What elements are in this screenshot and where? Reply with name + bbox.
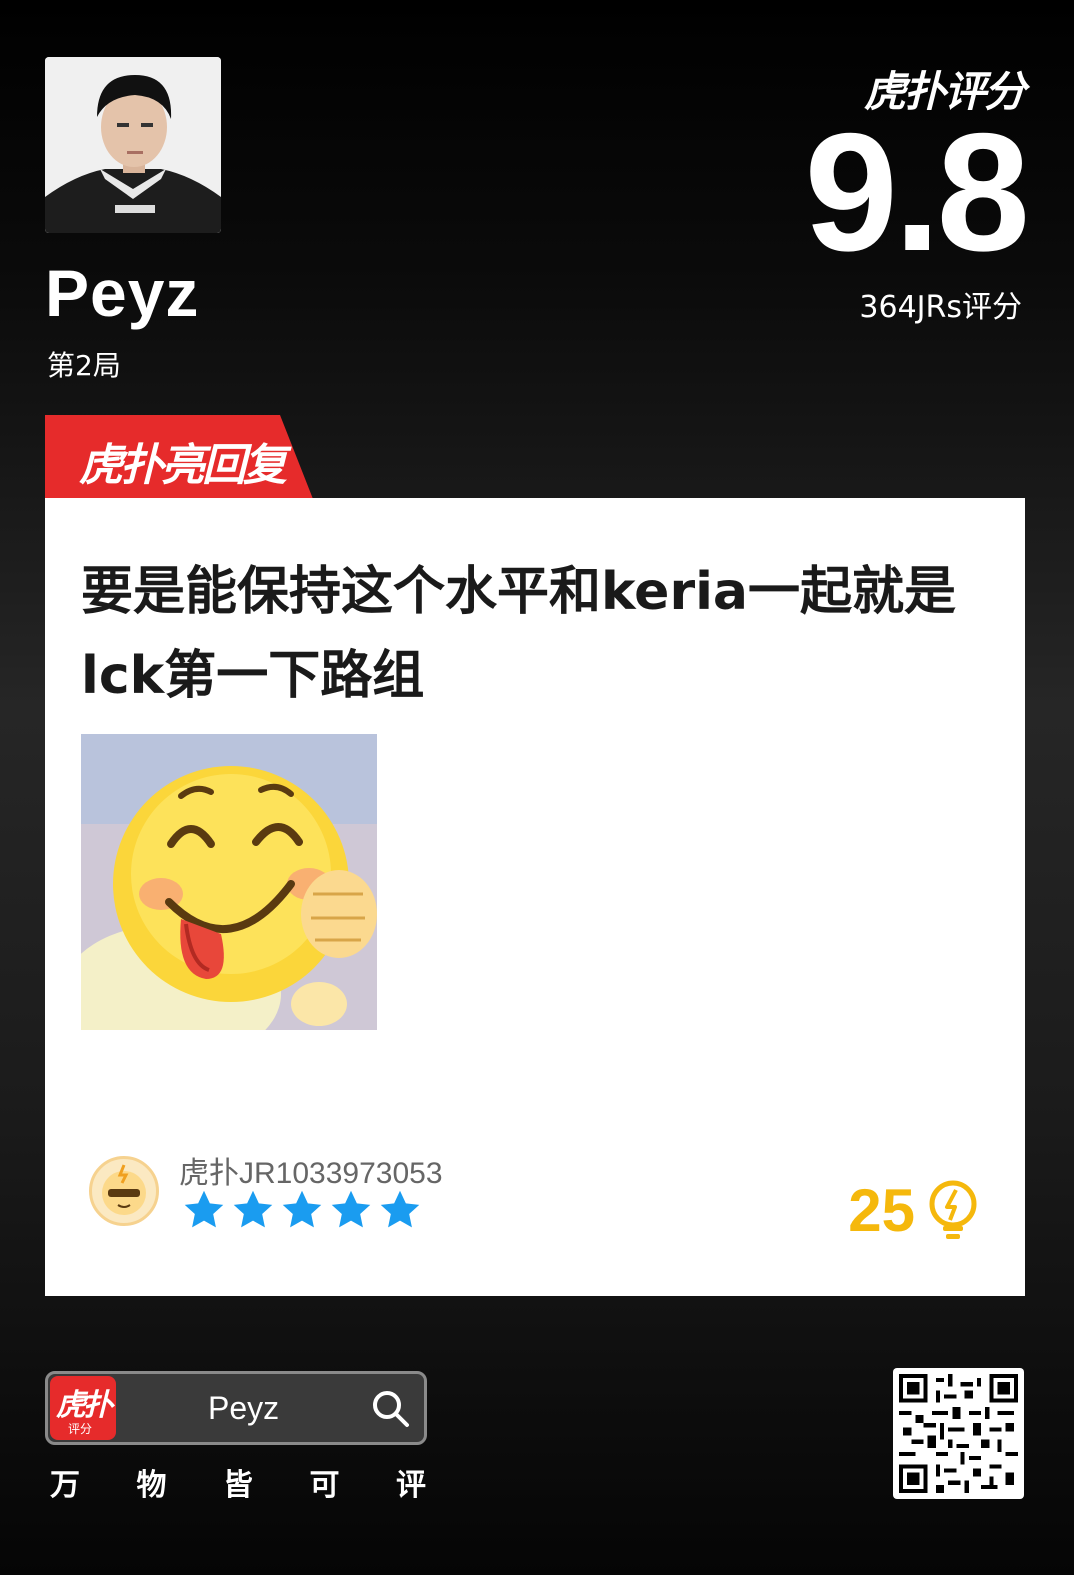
highlight-reply-badge: 虎扑亮回复 [45, 415, 313, 499]
search-query[interactable]: Peyz [208, 1390, 279, 1427]
commenter-avatar[interactable] [89, 1156, 159, 1226]
search-icon[interactable] [370, 1388, 410, 1428]
star-icon [331, 1190, 371, 1228]
player-name: Peyz [45, 256, 200, 330]
reply-text: 要是能保持这个水平和keria一起就是lck第一下路组 [81, 562, 957, 706]
like-count: 25 [848, 1177, 915, 1244]
star-icon [380, 1190, 420, 1228]
star-icon [282, 1190, 322, 1228]
lightbulb-icon[interactable] [927, 1180, 979, 1242]
player-avatar [45, 57, 221, 233]
rating-score: 9.8 [804, 98, 1030, 286]
star-icon [233, 1190, 273, 1228]
search-bar[interactable]: 虎扑 评分 Peyz [45, 1371, 427, 1445]
game-number: 第2局 [47, 349, 121, 382]
slogan-char: 可 [309, 1468, 340, 1503]
sticker-image [81, 734, 377, 1030]
app-logo-icon: 虎扑 评分 [50, 1376, 116, 1440]
commenter-stars [181, 1188, 423, 1232]
rating-count: 364JRs评分 [859, 290, 1022, 325]
qr-code[interactable] [893, 1368, 1024, 1499]
slogan-char: 评 [396, 1468, 426, 1503]
slogan: 万 物 皆 可 评 [50, 1460, 426, 1504]
commenter-username[interactable]: 虎扑JR1033973053 [179, 1148, 443, 1192]
slogan-char: 皆 [223, 1468, 253, 1503]
badge-label: 虎扑亮回复 [79, 440, 287, 491]
slogan-char: 物 [136, 1468, 167, 1503]
slogan-char: 万 [50, 1468, 80, 1503]
reply-card: 要是能保持这个水平和keria一起就是lck第一下路组 虎扑JR10339730… [45, 498, 1025, 1296]
star-icon [184, 1190, 224, 1228]
